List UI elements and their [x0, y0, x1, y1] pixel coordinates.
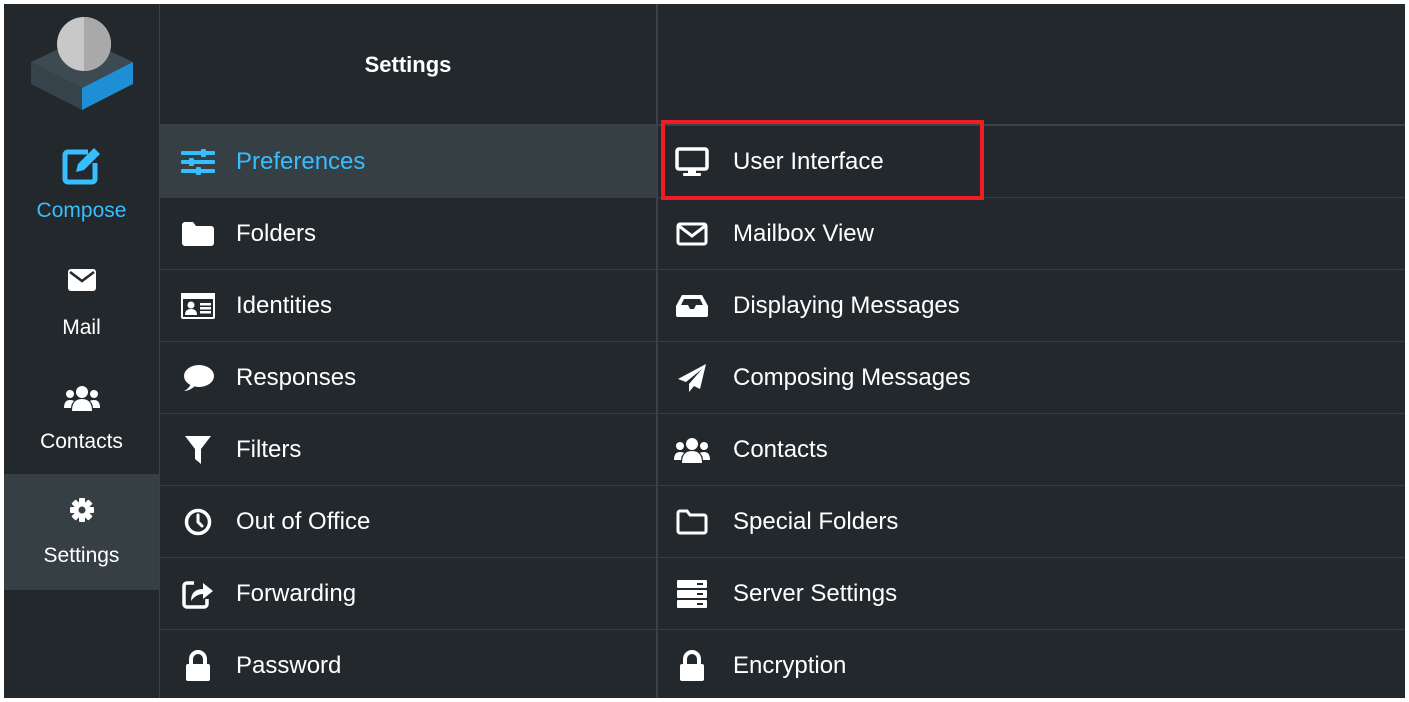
preference-item-label: User Interface: [733, 148, 884, 175]
settings-header: Settings: [160, 4, 656, 126]
settings-item-filters[interactable]: Filters: [160, 414, 656, 486]
inbox-icon: [674, 288, 710, 324]
preference-item-mailbox-view[interactable]: Mailbox View: [658, 198, 1405, 270]
settings-panel: Settings Preferences Folders Identities …: [160, 4, 658, 698]
preference-item-label: Server Settings: [733, 580, 898, 607]
settings-item-label: Preferences: [236, 148, 366, 175]
settings-item-preferences[interactable]: Preferences: [160, 126, 656, 198]
compose-icon: [4, 147, 159, 185]
preferences-panel: User Interface Mailbox View Displaying M…: [658, 4, 1405, 698]
app-window: Compose Mail Contacts Settings Settings …: [4, 4, 1405, 698]
settings-item-label: Identities: [236, 292, 333, 319]
nav-contacts-label: Contacts: [40, 430, 123, 453]
nav-contacts-button[interactable]: Contacts: [4, 364, 159, 478]
roundcube-logo[interactable]: [29, 10, 135, 110]
preference-item-encryption[interactable]: Encryption: [658, 630, 1405, 698]
settings-item-label: Filters: [236, 436, 302, 463]
settings-item-password[interactable]: Password: [160, 630, 656, 698]
sliders-icon: [180, 144, 216, 180]
users-icon: [4, 384, 159, 412]
users-icon: [674, 432, 710, 468]
preference-item-user-interface[interactable]: User Interface: [658, 126, 1405, 198]
preference-item-label: Displaying Messages: [733, 292, 960, 319]
preferences-header: [658, 4, 1405, 126]
preference-item-label: Contacts: [733, 436, 828, 463]
preference-item-contacts[interactable]: Contacts: [658, 414, 1405, 486]
nav-settings-label: Settings: [43, 544, 120, 567]
main-nav: Compose Mail Contacts Settings: [4, 4, 160, 698]
preference-item-displaying-messages[interactable]: Displaying Messages: [658, 270, 1405, 342]
lock-icon: [180, 648, 216, 684]
settings-item-identities[interactable]: Identities: [160, 270, 656, 342]
envelope-icon: [4, 269, 159, 291]
nav-compose-label: Compose: [36, 199, 127, 222]
settings-item-out-of-office[interactable]: Out of Office: [160, 486, 656, 558]
lock-icon: [674, 648, 710, 684]
gear-icon: [4, 498, 159, 522]
settings-item-responses[interactable]: Responses: [160, 342, 656, 414]
desktop-icon: [674, 144, 710, 180]
settings-item-label: Forwarding: [236, 580, 357, 607]
settings-item-label: Out of Office: [236, 508, 371, 535]
nav-compose-button[interactable]: Compose: [4, 129, 159, 243]
preference-item-label: Composing Messages: [733, 364, 971, 391]
folder-outline-icon: [674, 504, 710, 540]
preference-item-composing-messages[interactable]: Composing Messages: [658, 342, 1405, 414]
settings-title: Settings: [364, 52, 452, 77]
preference-item-server-settings[interactable]: Server Settings: [658, 558, 1405, 630]
paper-plane-icon: [674, 360, 710, 396]
nav-mail-label: Mail: [62, 316, 101, 339]
settings-item-forwarding[interactable]: Forwarding: [160, 558, 656, 630]
share-icon: [180, 576, 216, 612]
preference-item-label: Special Folders: [733, 508, 899, 535]
server-icon: [674, 576, 710, 612]
filter-icon: [180, 432, 216, 468]
preference-item-special-folders[interactable]: Special Folders: [658, 486, 1405, 558]
settings-item-label: Password: [236, 652, 342, 679]
comment-icon: [180, 360, 216, 396]
id-card-icon: [180, 288, 216, 324]
folder-icon: [180, 216, 216, 252]
preference-item-label: Encryption: [733, 652, 847, 679]
preference-item-label: Mailbox View: [733, 220, 874, 247]
settings-item-folders[interactable]: Folders: [160, 198, 656, 270]
settings-item-label: Responses: [236, 364, 357, 391]
nav-mail-button[interactable]: Mail: [4, 249, 159, 363]
clock-icon: [180, 504, 216, 540]
envelope-outline-icon: [674, 216, 710, 252]
nav-settings-button[interactable]: Settings: [4, 474, 159, 590]
settings-item-label: Folders: [236, 220, 317, 247]
